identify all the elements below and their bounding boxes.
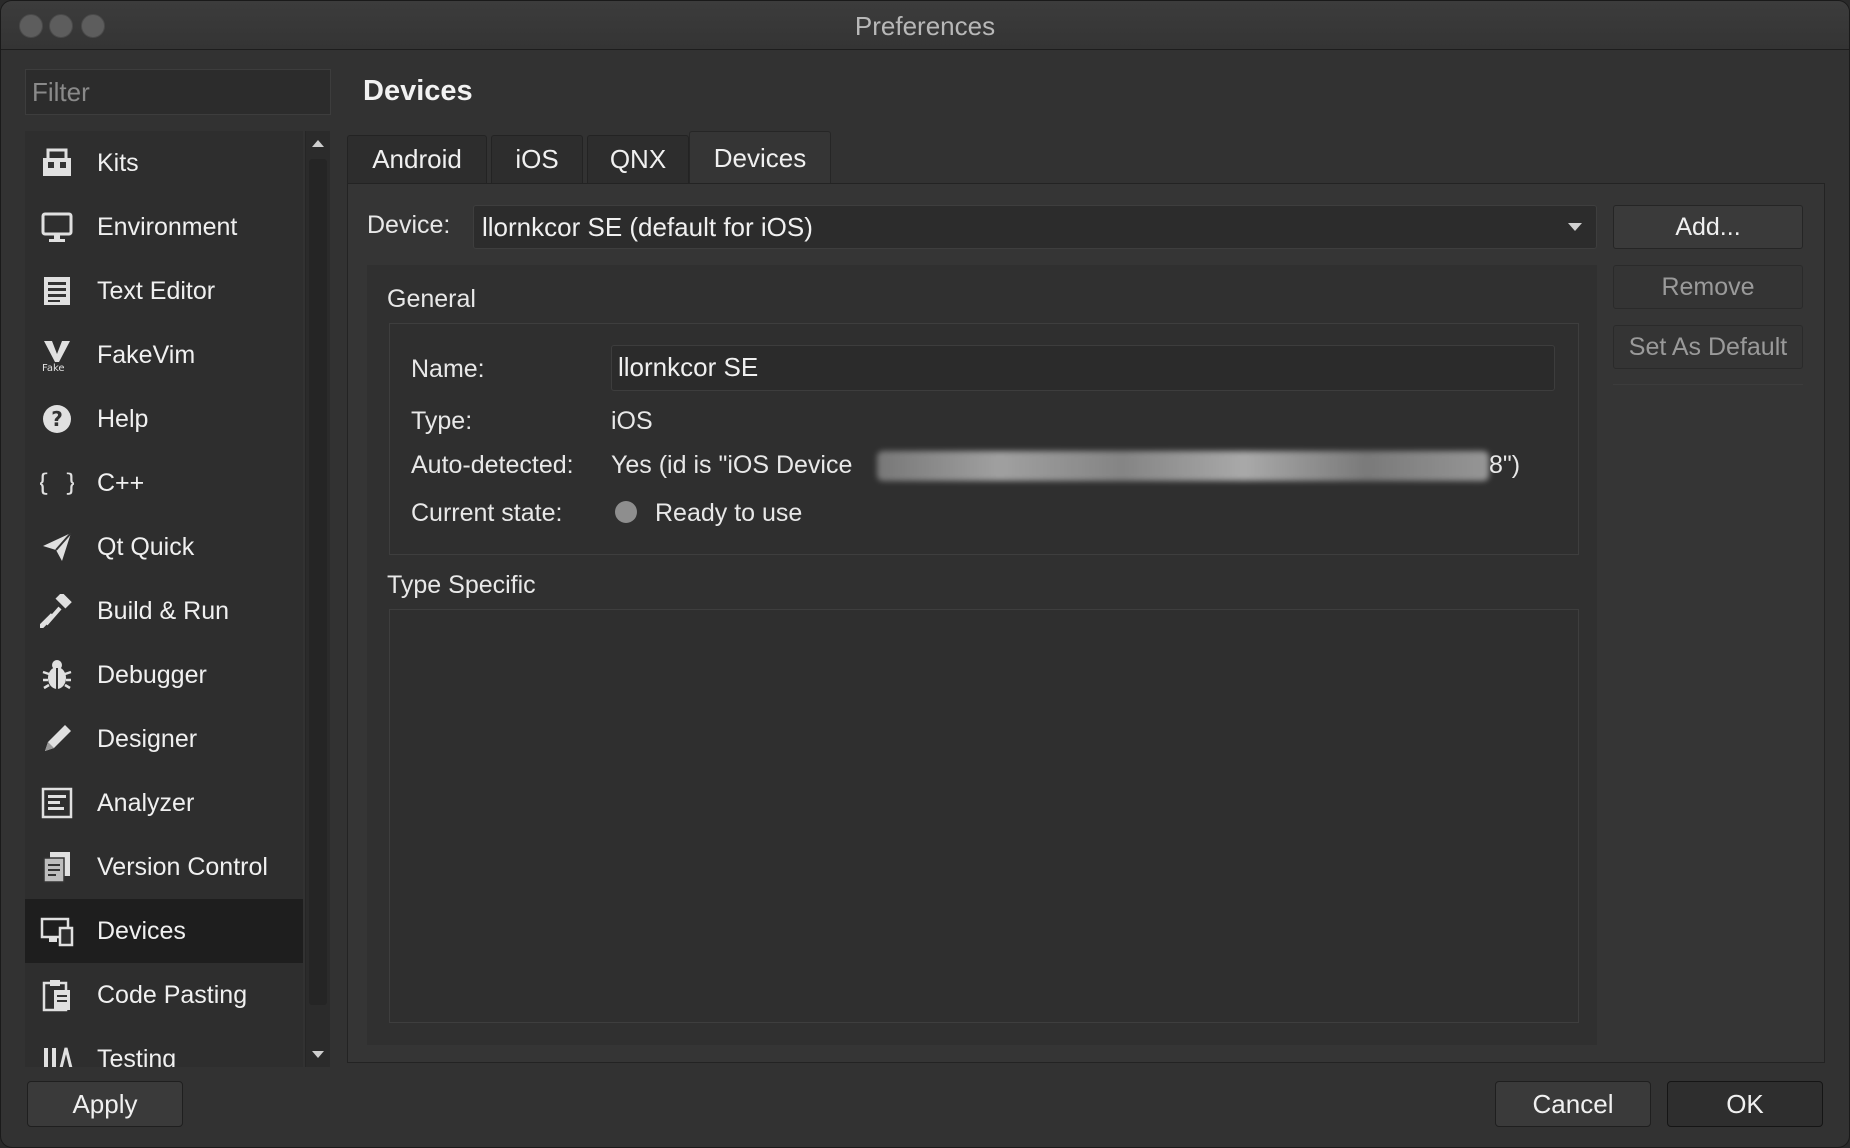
sidebar-item-fakevim[interactable]: Fake FakeVim <box>25 323 303 387</box>
pencil-icon <box>39 721 75 757</box>
cancel-button[interactable]: Cancel <box>1495 1081 1651 1127</box>
add-button[interactable]: Add... <box>1613 205 1803 249</box>
set-as-default-button[interactable]: Set As Default <box>1613 325 1803 369</box>
sidebar-item-label: Designer <box>97 724 198 753</box>
sidebar-item-label: Devices <box>97 916 186 945</box>
current-state-value: Ready to use <box>655 499 803 527</box>
scroll-up-arrow-icon[interactable] <box>306 131 330 155</box>
version-control-icon <box>39 849 75 885</box>
tab-qnx[interactable]: QNX <box>587 135 689 183</box>
button-separator <box>1613 384 1803 385</box>
remove-button[interactable]: Remove <box>1613 265 1803 309</box>
auto-detected-value-end: 8") <box>1489 451 1521 479</box>
svg-text:{ }: { } <box>40 469 74 497</box>
braces-icon: { } <box>39 465 75 501</box>
auto-detected-label: Auto-detected: <box>411 451 574 479</box>
status-indicator-icon <box>615 501 637 523</box>
chevron-down-icon <box>1568 223 1582 231</box>
redacted-device-id <box>877 451 1489 481</box>
name-field[interactable]: llornkcor SE <box>611 345 1555 391</box>
sidebar-item-text-editor[interactable]: Text Editor <box>25 259 303 323</box>
sidebar-item-devices[interactable]: Devices <box>25 899 303 963</box>
monitor-icon <box>39 209 75 245</box>
title-bar: Preferences <box>1 1 1849 50</box>
sidebar-item-help[interactable]: ? Help <box>25 387 303 451</box>
sidebar-item-label: Analyzer <box>97 788 195 817</box>
sidebar-item-label: C++ <box>97 468 145 497</box>
fakevim-icon: Fake <box>39 337 75 373</box>
sidebar-item-qt-quick[interactable]: Qt Quick <box>25 515 303 579</box>
filter-input[interactable] <box>25 69 331 115</box>
sidebar-list: Kits Environment Text Editor Fake FakeVi… <box>25 131 303 1067</box>
sidebar-item-debugger[interactable]: Debugger <box>25 643 303 707</box>
sidebar-item-kits[interactable]: Kits <box>25 131 303 195</box>
type-value: iOS <box>611 407 653 435</box>
text-editor-icon <box>39 273 75 309</box>
sidebar-item-label: Debugger <box>97 660 207 689</box>
sidebar-item-analyzer[interactable]: Analyzer <box>25 771 303 835</box>
ok-button[interactable]: OK <box>1667 1081 1823 1127</box>
sidebar-item-build-run[interactable]: Build & Run <box>25 579 303 643</box>
bug-icon <box>39 657 75 693</box>
sidebar-item-version-control[interactable]: Version Control <box>25 835 303 899</box>
svg-text:?: ? <box>51 407 63 431</box>
sidebar-item-label: Qt Quick <box>97 532 195 561</box>
help-icon: ? <box>39 401 75 437</box>
sidebar-item-code-pasting[interactable]: Code Pasting <box>25 963 303 1027</box>
sidebar-item-designer[interactable]: Designer <box>25 707 303 771</box>
auto-detected-value: Yes (id is "iOS Device <box>611 451 853 479</box>
svg-text:Fake: Fake <box>42 363 65 372</box>
sidebar-item-environment[interactable]: Environment <box>25 195 303 259</box>
paper-plane-icon <box>39 529 75 565</box>
tab-devices[interactable]: Devices <box>689 131 831 185</box>
sidebar-item-testing[interactable]: Testing <box>25 1027 303 1067</box>
sidebar-item-label: Text Editor <box>97 276 216 305</box>
apply-button[interactable]: Apply <box>27 1081 183 1127</box>
type-label: Type: <box>411 407 473 435</box>
name-label: Name: <box>411 355 485 383</box>
sidebar-scrollbar[interactable] <box>305 131 330 1067</box>
hammer-icon <box>39 593 75 629</box>
device-dropdown-value: llornkcor SE (default for iOS) <box>482 212 813 242</box>
page-title: Devices <box>363 75 473 107</box>
testing-icon <box>39 1041 75 1067</box>
sidebar-item-label: FakeVim <box>97 340 196 369</box>
device-dropdown[interactable]: llornkcor SE (default for iOS) <box>473 205 1597 249</box>
tab-ios[interactable]: iOS <box>491 135 583 183</box>
scrollbar-thumb[interactable] <box>309 159 327 1005</box>
tab-android[interactable]: Android <box>347 135 487 183</box>
sidebar-item-label: Help <box>97 404 149 433</box>
clipboard-icon <box>39 977 75 1013</box>
sidebar-item-label: Version Control <box>97 852 268 881</box>
analyzer-icon <box>39 785 75 821</box>
sidebar-item-label: Code Pasting <box>97 980 248 1009</box>
sidebar-item-cpp[interactable]: { } C++ <box>25 451 303 515</box>
type-specific-group <box>389 609 1579 1023</box>
device-label: Device: <box>367 211 451 239</box>
devices-icon <box>39 913 75 949</box>
name-field-value: llornkcor SE <box>618 352 759 382</box>
preferences-window: Preferences Kits Environment Text Editor… <box>0 0 1850 1148</box>
sidebar-item-label: Testing <box>97 1044 177 1068</box>
general-heading: General <box>387 285 476 313</box>
sidebar-item-label: Build & Run <box>97 596 230 625</box>
scroll-down-arrow-icon[interactable] <box>306 1043 330 1067</box>
window-title: Preferences <box>854 11 996 41</box>
sidebar-item-label: Kits <box>97 148 139 177</box>
sidebar-item-label: Environment <box>97 212 238 241</box>
kits-icon <box>39 145 75 181</box>
current-state-label: Current state: <box>411 499 563 527</box>
type-specific-heading: Type Specific <box>387 571 536 599</box>
